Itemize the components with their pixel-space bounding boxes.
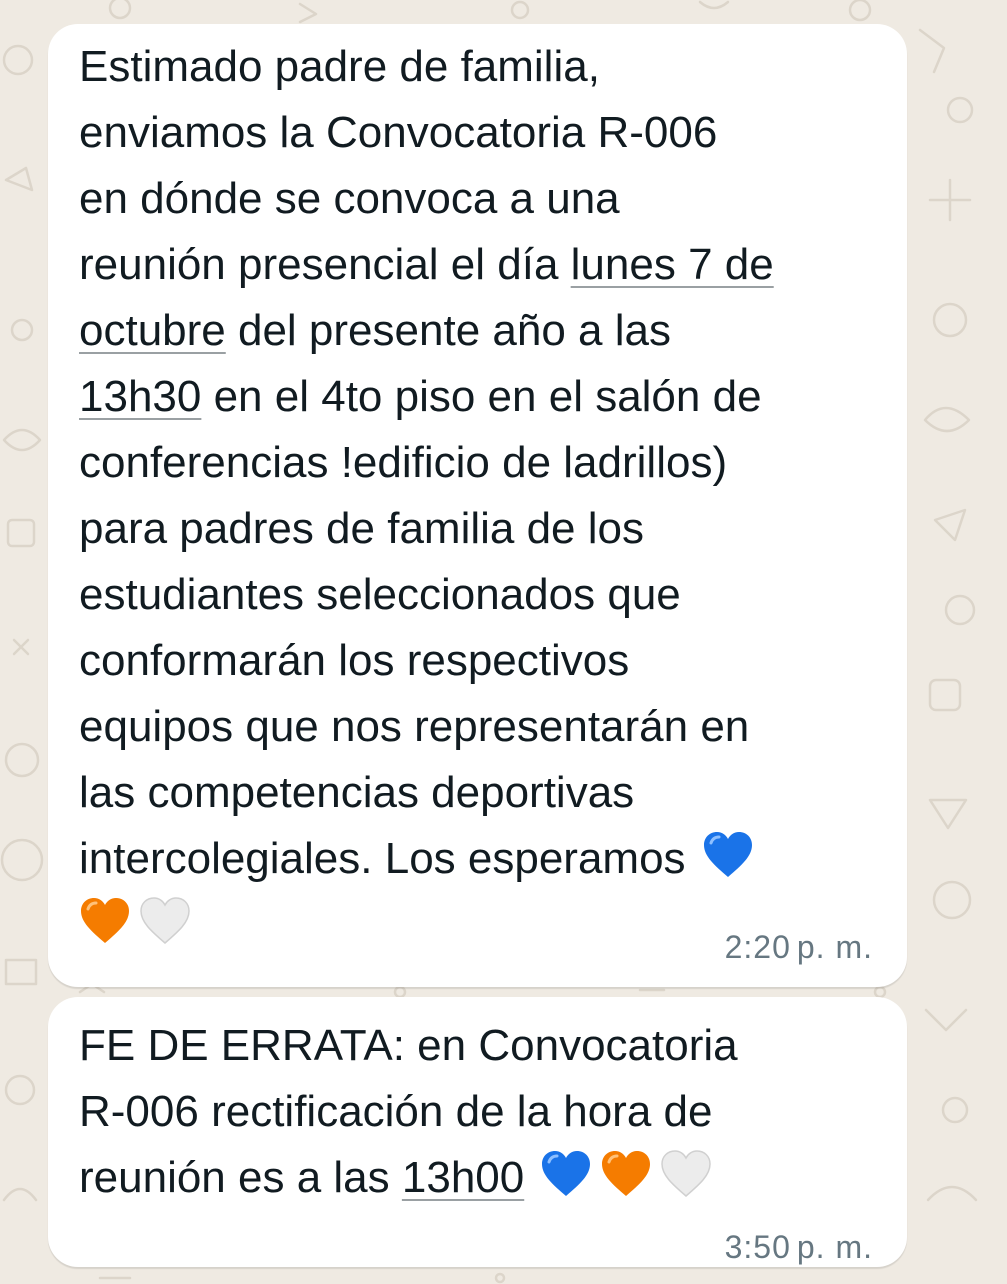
message-text-line: reunión presencial el día lunes 7 de bbox=[79, 232, 774, 298]
message-text: del presente año a las bbox=[225, 306, 671, 355]
time-link[interactable]: 13h30 bbox=[79, 372, 201, 421]
message-text-line: en dónde se convoca a una bbox=[79, 174, 620, 223]
timestamp-time: 2:20 bbox=[724, 929, 791, 965]
message-text-line: reunión es a las 13h00 bbox=[79, 1145, 716, 1211]
message-text-line: R-006 rectificación de la hora de bbox=[79, 1087, 713, 1136]
message-text-line: conformarán los respectivos bbox=[79, 636, 630, 685]
message-text: intercolegiales. Los esperamos bbox=[79, 834, 686, 883]
orange-heart-icon bbox=[79, 897, 131, 945]
message-text-line: equipos que nos representarán en bbox=[79, 702, 750, 751]
orange-heart-icon bbox=[600, 1150, 652, 1198]
message-text: reunión es a las bbox=[79, 1153, 402, 1202]
message-text-line: intercolegiales. Los esperamos bbox=[79, 826, 758, 892]
timestamp-ampm: p. m. bbox=[796, 1229, 873, 1265]
timestamp-time: 3:50 bbox=[724, 1229, 791, 1265]
message-text-line: conferencias !edificio de ladrillos) bbox=[79, 438, 728, 487]
message-text-line: las competencias deportivas bbox=[79, 768, 635, 817]
message-timestamp: 3:50 p. m. bbox=[725, 1229, 873, 1266]
timestamp-ampm: p. m. bbox=[796, 929, 873, 965]
time-link[interactable]: 13h00 bbox=[402, 1153, 524, 1202]
message-text: en el 4to piso en el salón de bbox=[201, 372, 762, 421]
message-timestamp: 2:20 p. m. bbox=[725, 929, 873, 966]
message-text-line bbox=[79, 892, 195, 958]
message-text-line: 13h30 en el 4to piso en el salón de bbox=[79, 364, 762, 430]
message-text-line: para padres de familia de los bbox=[79, 504, 644, 553]
message-text-line: estudiantes seleccionados que bbox=[79, 570, 681, 619]
message-text-line: octubre del presente año a las bbox=[79, 298, 671, 364]
blue-heart-icon bbox=[540, 1150, 592, 1198]
white-heart-icon bbox=[139, 897, 191, 945]
message-bubble[interactable]: FE DE ERRATA: en Convocatoria R-006 rect… bbox=[48, 997, 907, 1267]
message-bubble[interactable]: Estimado padre de familia, enviamos la C… bbox=[48, 24, 907, 987]
message-text-line: FE DE ERRATA: en Convocatoria bbox=[79, 1021, 738, 1070]
message-text-line: enviamos la Convocatoria R-006 bbox=[79, 108, 718, 157]
message-text: reunión presencial el día bbox=[79, 240, 571, 289]
message-text-line: Estimado padre de familia, bbox=[79, 42, 600, 91]
date-link[interactable]: lunes 7 de bbox=[571, 240, 774, 289]
white-heart-icon bbox=[660, 1150, 712, 1198]
blue-heart-icon bbox=[702, 831, 754, 879]
date-link[interactable]: octubre bbox=[79, 306, 226, 355]
